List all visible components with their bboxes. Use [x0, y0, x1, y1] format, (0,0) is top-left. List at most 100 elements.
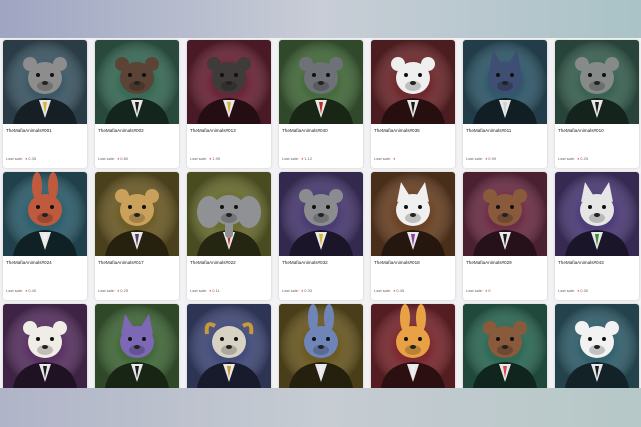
nft-artwork-image [371, 304, 455, 388]
last-sale-price: 0.25 [580, 156, 589, 161]
nft-card[interactable]: TheMafiaAnimals#013 Last sale: ♦1.95 [187, 40, 271, 168]
eth-icon: ♦ [25, 288, 28, 293]
nft-card[interactable] [371, 304, 455, 388]
last-sale-label: Last sale: [190, 288, 208, 293]
nft-name: TheMafiaAnimals#001 [6, 128, 52, 133]
last-sale: Last sale: ♦0.45 [374, 288, 404, 293]
nft-artwork-image [187, 172, 271, 256]
last-sale: Last sale: ♦0.35 [6, 156, 36, 161]
last-sale: Last sale: ♦0.80 [98, 156, 128, 161]
eth-icon: ♦ [485, 156, 488, 161]
nft-artwork-image [463, 172, 547, 256]
nft-card[interactable]: TheMafiaAnimals#040 Last sale: ♦1.12 [279, 40, 363, 168]
eth-icon: ♦ [117, 288, 120, 293]
eth-icon: ♦ [209, 156, 212, 161]
nft-name: TheMafiaAnimals#010 [558, 128, 604, 133]
nft-name: TheMafiaAnimals#013 [190, 128, 236, 133]
last-sale-label: Last sale: [282, 156, 300, 161]
last-sale-price: 0.80 [120, 156, 129, 161]
nft-artwork-image [95, 40, 179, 124]
nft-card[interactable] [463, 304, 547, 388]
nft-card[interactable]: TheMafiaAnimals#032 Last sale: ♦0.33 [279, 172, 363, 300]
last-sale-label: Last sale: [282, 288, 300, 293]
nft-grid: TheMafiaAnimals#001 Last sale: ♦0.35 TheM… [0, 38, 641, 388]
eth-icon: ♦ [393, 288, 396, 293]
eth-icon: ♦ [301, 288, 304, 293]
last-sale-price: 0.30 [580, 288, 589, 293]
nft-artwork-image [555, 304, 639, 388]
nft-name: TheMafiaAnimals#043 [558, 260, 604, 265]
nft-name: TheMafiaAnimals#035 [374, 128, 420, 133]
last-sale-price: 0.45 [396, 288, 405, 293]
nft-card[interactable]: TheMafiaAnimals#043 Last sale: ♦0.30 [555, 172, 639, 300]
last-sale-label: Last sale: [558, 156, 576, 161]
nft-card[interactable]: TheMafiaAnimals#024 Last sale: ♦0.40 [3, 172, 87, 300]
eth-icon: ♦ [301, 156, 304, 161]
nft-card[interactable] [95, 304, 179, 388]
nft-artwork-image [187, 304, 271, 388]
eth-icon: ♦ [577, 156, 580, 161]
nft-card[interactable] [555, 304, 639, 388]
last-sale: Last sale: ♦0.11 [190, 288, 220, 293]
nft-name: TheMafiaAnimals#011 [466, 128, 512, 133]
nft-name: TheMafiaAnimals#002 [98, 128, 144, 133]
last-sale-price: 0.99 [488, 156, 497, 161]
last-sale: Last sale: ♦0.25 [98, 288, 128, 293]
eth-icon: ♦ [393, 156, 396, 161]
eth-icon: ♦ [485, 288, 488, 293]
last-sale-label: Last sale: [6, 156, 24, 161]
last-sale-label: Last sale: [374, 156, 392, 161]
nft-card[interactable] [187, 304, 271, 388]
last-sale-price: 0.35 [28, 156, 37, 161]
last-sale: Last sale: ♦0.33 [282, 288, 312, 293]
nft-name: TheMafiaAnimals#018 [374, 260, 420, 265]
nft-artwork-image [463, 304, 547, 388]
last-sale-price: 0.25 [120, 288, 129, 293]
last-sale: Last sale: ♦1.95 [190, 156, 220, 161]
nft-card[interactable] [3, 304, 87, 388]
last-sale-label: Last sale: [558, 288, 576, 293]
nft-card[interactable]: TheMafiaAnimals#010 Last sale: ♦0.25 [555, 40, 639, 168]
nft-card[interactable]: TheMafiaAnimals#011 Last sale: ♦0.99 [463, 40, 547, 168]
nft-card[interactable]: TheMafiaAnimals#029 Last sale: ♦0 [463, 172, 547, 300]
last-sale-price: 0 [488, 288, 491, 293]
nft-artwork-image [3, 40, 87, 124]
nft-artwork-image [555, 40, 639, 124]
backdrop-top [0, 0, 641, 38]
eth-icon: ♦ [577, 288, 580, 293]
nft-artwork-image [95, 304, 179, 388]
nft-name: TheMafiaAnimals#024 [6, 260, 52, 265]
nft-name: TheMafiaAnimals#040 [282, 128, 328, 133]
nft-name: TheMafiaAnimals#017 [98, 260, 144, 265]
last-sale: Last sale: ♦0.40 [6, 288, 36, 293]
nft-artwork-image [463, 40, 547, 124]
last-sale-label: Last sale: [98, 156, 116, 161]
last-sale-label: Last sale: [466, 156, 484, 161]
last-sale-price: 0.11 [212, 288, 220, 293]
last-sale-label: Last sale: [98, 288, 116, 293]
nft-artwork-image [3, 304, 87, 388]
nft-card[interactable]: TheMafiaAnimals#022 Last sale: ♦0.11 [187, 172, 271, 300]
eth-icon: ♦ [25, 156, 28, 161]
last-sale-label: Last sale: [374, 288, 392, 293]
nft-card[interactable] [279, 304, 363, 388]
last-sale-label: Last sale: [190, 156, 208, 161]
last-sale-price: 0.33 [304, 288, 313, 293]
eth-icon: ♦ [209, 288, 212, 293]
last-sale-price: 0.40 [28, 288, 37, 293]
nft-name: TheMafiaAnimals#029 [466, 260, 512, 265]
last-sale: Last sale: ♦0.30 [558, 288, 588, 293]
nft-artwork-image [3, 172, 87, 256]
nft-artwork-image [279, 172, 363, 256]
nft-card[interactable]: TheMafiaAnimals#002 Last sale: ♦0.80 [95, 40, 179, 168]
eth-icon: ♦ [117, 156, 120, 161]
nft-artwork-image [95, 172, 179, 256]
nft-card[interactable]: TheMafiaAnimals#017 Last sale: ♦0.25 [95, 172, 179, 300]
nft-card[interactable]: TheMafiaAnimals#018 Last sale: ♦0.45 [371, 172, 455, 300]
last-sale: Last sale: ♦0.25 [558, 156, 588, 161]
last-sale: Last sale: ♦1.12 [282, 156, 312, 161]
last-sale-label: Last sale: [466, 288, 484, 293]
nft-card[interactable]: TheMafiaAnimals#001 Last sale: ♦0.35 [3, 40, 87, 168]
nft-card[interactable]: TheMafiaAnimals#035 Last sale: ♦ [371, 40, 455, 168]
last-sale-price: 1.95 [212, 156, 221, 161]
